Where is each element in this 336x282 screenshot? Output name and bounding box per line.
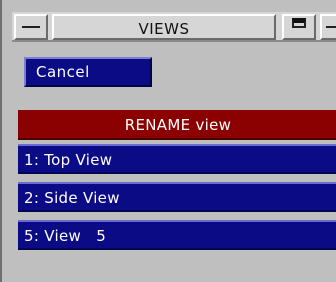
view-list-item-side-view[interactable]: 2: Side View [18,182,336,212]
minimize-button[interactable] [14,14,48,40]
view-list-item-view-5[interactable]: 5: View 5 [18,220,336,250]
minimize-icon [22,26,40,28]
view-list-item-top-view[interactable]: 1: Top View [18,144,336,174]
window-title: VIEWS [52,14,276,40]
rename-view-header: RENAME view [18,110,336,140]
maximize-icon [292,18,306,28]
views-panel: VIEWS Cancel RENAME view 1: Top View 2: … [0,0,336,282]
close-icon [326,26,336,28]
maximize-button[interactable] [282,14,316,40]
close-button[interactable] [320,14,336,40]
cancel-button[interactable]: Cancel [24,57,152,87]
title-bar: VIEWS [12,12,336,42]
